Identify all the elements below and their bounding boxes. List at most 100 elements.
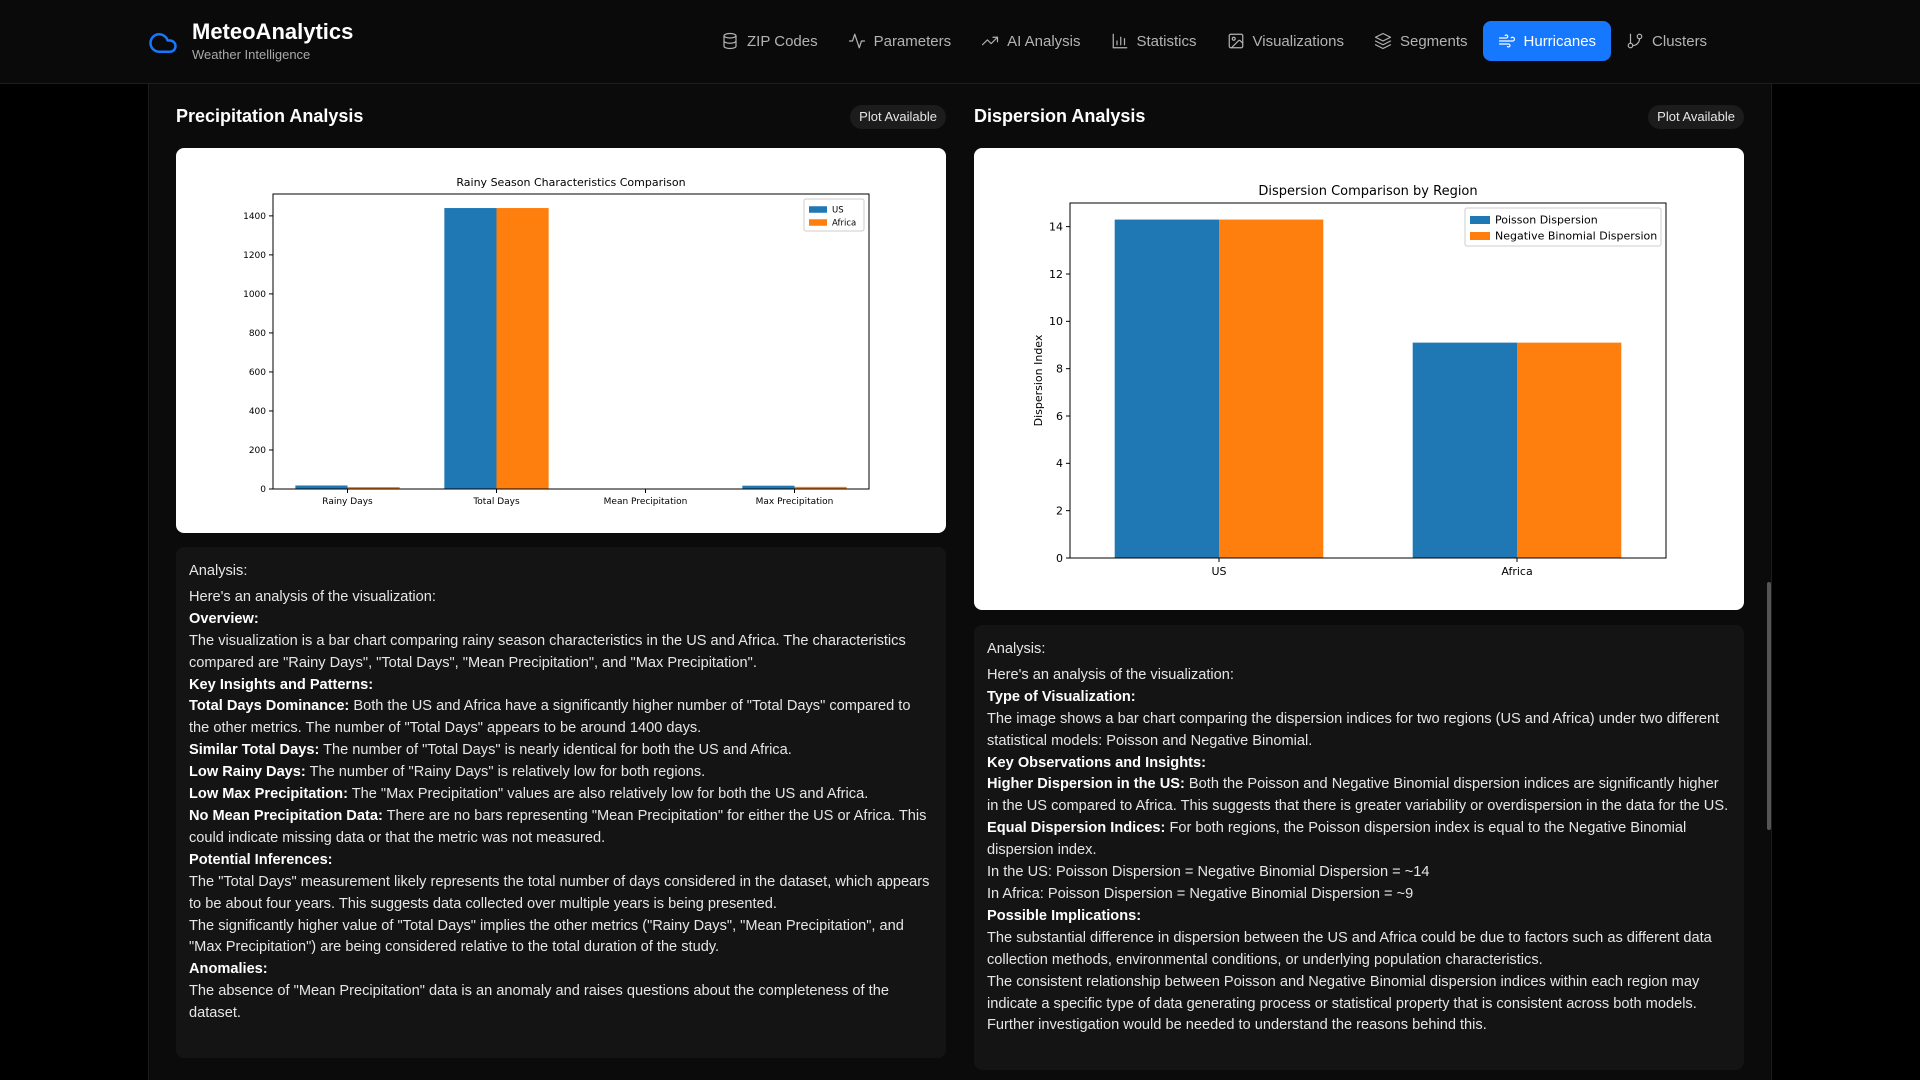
precipitation-panel: Precipitation Analysis Plot Available Ra… xyxy=(176,84,946,1058)
analysis-box: Analysis: Here's an analysis of the visu… xyxy=(176,547,946,1058)
app-subtitle: Weather Intelligence xyxy=(192,47,311,62)
analysis-text: The absence of "Mean Precipitation" data… xyxy=(189,983,889,1022)
cloud-icon xyxy=(149,32,177,53)
analysis-text: In the US: Poisson Dispersion = Negative… xyxy=(987,864,1430,881)
panel-header: Dispersion Analysis Plot Available xyxy=(974,84,1744,148)
legend-swatch xyxy=(809,206,827,213)
bullet-text: The number of "Total Days" is nearly ide… xyxy=(319,742,792,759)
top-navbar: MeteoAnalytics Weather Intelligence ZIP … xyxy=(0,0,1920,84)
section-heading: Key Observations and Insights: xyxy=(987,754,1206,771)
y-tick-label: 800 xyxy=(249,329,266,339)
y-tick-label: 12 xyxy=(1049,268,1063,281)
plot-card: Dispersion Comparison by Region 0 2 4 6 8 10 12… xyxy=(974,148,1744,610)
analysis-text: The "Total Days" measurement likely repr… xyxy=(189,873,930,912)
section-heading: Potential Inferences: xyxy=(189,851,333,868)
analysis-intro: Here's an analysis of the visualization: xyxy=(987,666,1234,683)
bullet-heading: Equal Dispersion Indices: xyxy=(987,820,1166,837)
analysis-bullet: Low Rainy Days: The number of "Rainy Day… xyxy=(189,762,933,784)
legend-label: US xyxy=(832,205,844,215)
plot-available-badge: Plot Available xyxy=(850,105,946,129)
legend-label: Africa xyxy=(832,218,856,228)
y-axis-label: Dispersion Index xyxy=(1032,334,1045,426)
nav-label: Hurricanes xyxy=(1523,32,1597,50)
section-heading: Type of Visualization: xyxy=(987,688,1136,705)
nav-item-statistics[interactable]: Statistics xyxy=(1096,21,1212,61)
legend-swatch xyxy=(809,219,827,226)
brand[interactable]: MeteoAnalytics Weather Intelligence xyxy=(148,18,353,63)
chart-bar xyxy=(1517,342,1622,558)
chart-bar xyxy=(1114,219,1219,559)
git-branch-icon xyxy=(1627,33,1643,49)
chart-bar xyxy=(1219,219,1324,559)
section-heading: Key Insights and Patterns: xyxy=(189,676,374,693)
nav-item-visualizations[interactable]: Visualizations xyxy=(1212,21,1359,61)
analysis-bullet: Total Days Dominance: Both the US and Af… xyxy=(189,696,933,740)
layers-icon xyxy=(1374,32,1392,50)
bullet-heading: Similar Total Days: xyxy=(189,742,320,759)
legend-label: Negative Binomial Dispersion xyxy=(1495,230,1657,243)
legend-label: Poisson Dispersion xyxy=(1495,214,1598,227)
section-heading: Possible Implications: xyxy=(987,907,1142,924)
bar-chart-icon xyxy=(1112,33,1127,49)
section-heading: Anomalies: xyxy=(189,961,268,978)
bullet-heading: No Mean Precipitation Data: xyxy=(189,807,383,824)
nav-item-clusters[interactable]: Clusters xyxy=(1611,21,1722,61)
y-tick-label: 1000 xyxy=(243,290,266,300)
bullet-text: The number of "Rainy Days" is relatively… xyxy=(305,764,706,781)
y-tick-label: 400 xyxy=(249,407,266,417)
analysis-text: In Africa: Poisson Dispersion = Negative… xyxy=(987,885,1414,902)
analysis-text: The visualization is a bar chart compari… xyxy=(189,632,906,671)
x-tick-label: Max Precipitation xyxy=(756,497,834,507)
nav-label: Visualizations xyxy=(1252,32,1344,50)
section-heading: Overview: xyxy=(189,610,259,627)
chart-title: Rainy Season Characteristics Comparison xyxy=(456,176,685,189)
y-tick-label: 1400 xyxy=(243,212,266,222)
chart-bar xyxy=(295,485,348,489)
nav-item-hurricanes[interactable]: Hurricanes xyxy=(1482,21,1612,61)
activity-icon xyxy=(848,33,865,49)
y-tick-label: 14 xyxy=(1049,221,1063,234)
y-tick-label: 1200 xyxy=(243,251,266,261)
y-tick-label: 4 xyxy=(1056,457,1063,470)
y-tick-label: 2 xyxy=(1056,505,1063,518)
chart-title: Dispersion Comparison by Region xyxy=(1258,184,1477,199)
y-tick-label: 0 xyxy=(260,485,266,495)
y-tick-label: 200 xyxy=(249,446,266,456)
analysis-bullet: Low Max Precipitation: The "Max Precipit… xyxy=(189,784,933,806)
nav-item-segments[interactable]: Segments xyxy=(1359,21,1483,61)
chart-bar xyxy=(444,208,497,490)
plot-card: Rainy Season Characteristics Comparison 0… xyxy=(176,148,946,533)
analysis-bullet: No Mean Precipitation Data: There are no… xyxy=(189,806,933,850)
analysis-text: The image shows a bar chart comparing th… xyxy=(987,710,1720,749)
nav-label: ZIP Codes xyxy=(747,32,818,50)
panel-title: Precipitation Analysis xyxy=(176,106,364,126)
y-tick-label: 8 xyxy=(1056,363,1063,376)
page-scrollbar[interactable] xyxy=(1767,582,1771,830)
nav-item-ai-analysis[interactable]: AI Analysis xyxy=(966,21,1095,61)
nav-item-parameters[interactable]: Parameters xyxy=(833,21,967,61)
nav-label: Clusters xyxy=(1652,32,1708,50)
chart-bar xyxy=(1412,342,1517,558)
plot-available-badge: Plot Available xyxy=(1648,105,1744,129)
plot-frame xyxy=(272,193,870,490)
x-tick-label: Rainy Days xyxy=(322,497,373,507)
x-tick-label: Mean Precipitation xyxy=(604,497,688,507)
analysis-intro: Here's an analysis of the visualization: xyxy=(189,588,436,605)
legend-swatch xyxy=(1470,232,1490,240)
trending-up-icon xyxy=(982,36,999,46)
bullet-heading: Total Days Dominance: xyxy=(189,698,350,715)
x-tick-label: US xyxy=(1211,565,1226,578)
main-content: Precipitation Analysis Plot Available Ra… xyxy=(148,84,1772,1080)
nav-label: Segments xyxy=(1399,32,1468,50)
analysis-bullet: Equal Dispersion Indices: For both regio… xyxy=(987,818,1731,862)
analysis-label: Analysis: xyxy=(987,641,1046,657)
legend-swatch xyxy=(1470,216,1490,224)
app-name: MeteoAnalytics xyxy=(192,19,354,44)
x-tick-label: Africa xyxy=(1501,565,1532,578)
y-tick-label: 600 xyxy=(249,368,266,378)
image-icon xyxy=(1228,33,1243,49)
y-tick-label: 0 xyxy=(1056,552,1063,565)
bullet-heading: Higher Dispersion in the US: xyxy=(987,776,1185,793)
nav-label: Statistics xyxy=(1136,32,1197,50)
nav-item-zip-codes[interactable]: ZIP Codes xyxy=(706,21,833,61)
